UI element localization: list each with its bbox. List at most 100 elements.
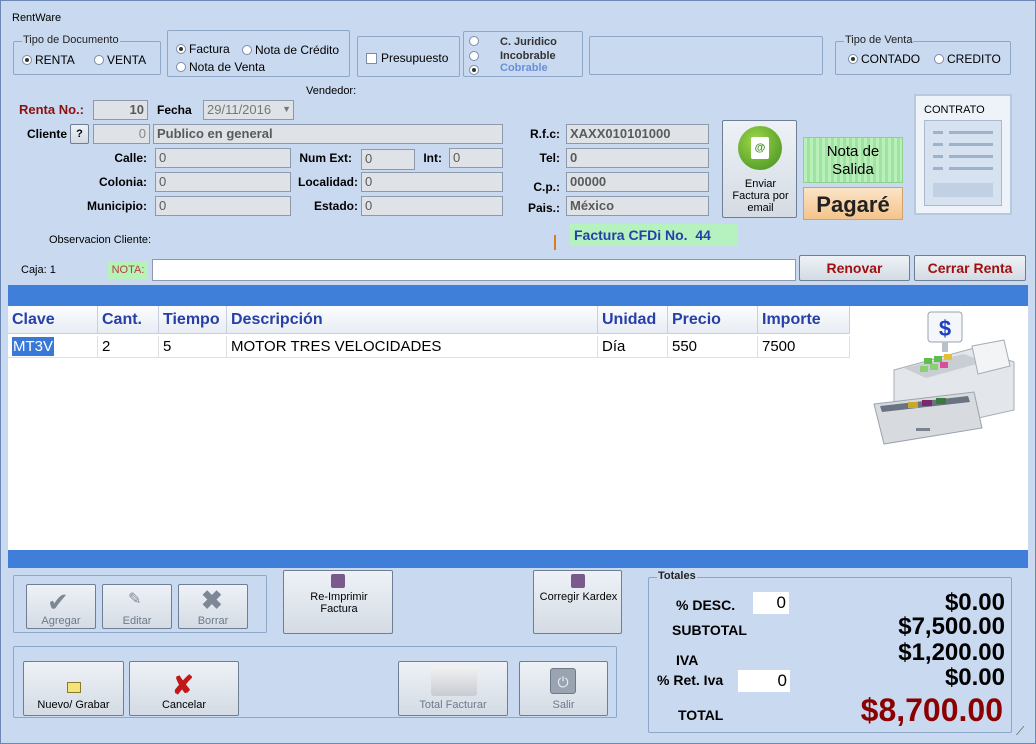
int-field[interactable]: 0: [449, 148, 503, 168]
fecha-value: 29/11/2016: [207, 102, 272, 117]
cell-unidad[interactable]: Día: [598, 336, 668, 358]
localidad-field[interactable]: 0: [361, 172, 503, 192]
radio-dot[interactable]: [848, 54, 858, 64]
nota-salida-button[interactable]: Nota de Salida: [803, 137, 903, 183]
tel-field[interactable]: 0: [566, 148, 709, 168]
agregar-button[interactable]: ✔ Agregar: [26, 584, 96, 629]
cliente-help-button[interactable]: ?: [70, 124, 89, 144]
radio-credito-label: CREDITO: [947, 52, 1001, 66]
cliente-name-field[interactable]: Publico en general: [153, 124, 503, 144]
radio-renta[interactable]: RENTA: [22, 53, 75, 67]
cliente-id-field[interactable]: 0: [93, 124, 150, 144]
radio-dot[interactable]: [94, 55, 104, 65]
cerrar-renta-button[interactable]: Cerrar Renta: [914, 255, 1026, 281]
checkmark-icon: ✔: [47, 587, 69, 617]
reimprimir-label: Re-Imprimir Factura: [310, 591, 368, 615]
radio-dot[interactable]: [934, 54, 944, 64]
col-header-unidad[interactable]: Unidad: [598, 306, 668, 334]
corregir-kardex-label: Corregir Kardex: [539, 591, 618, 603]
radio-nota-venta[interactable]: Nota de Venta: [176, 60, 265, 74]
col-header-tiempo[interactable]: Tiempo: [159, 306, 227, 334]
window-title: RentWare: [12, 12, 62, 24]
cell-importe[interactable]: 7500: [758, 336, 850, 358]
radio-dot[interactable]: [176, 44, 186, 54]
cell-clave[interactable]: MT3V: [12, 337, 55, 356]
radio-nota-credito[interactable]: Nota de Crédito: [242, 43, 339, 57]
radio-cobrable[interactable]: [469, 63, 482, 77]
cell-precio[interactable]: 550: [668, 336, 758, 358]
items-grid[interactable]: Clave Cant. Tiempo Descripción Unidad Pr…: [8, 306, 1028, 550]
nota-input[interactable]: [152, 259, 796, 281]
table-row[interactable]: MT3V: [8, 336, 98, 358]
contrato-button[interactable]: CONTRATO: [914, 94, 1012, 215]
radio-juridico[interactable]: [469, 34, 482, 48]
renta-no-field[interactable]: 10: [93, 100, 148, 120]
doc-block: [933, 183, 993, 197]
col-header-importe[interactable]: Importe: [758, 306, 850, 334]
tipo-documento-group: Tipo de Documento RENTA VENTA: [13, 34, 161, 75]
int-label: Int:: [423, 151, 442, 165]
col-header-descripcion[interactable]: Descripción: [227, 306, 598, 334]
corregir-kardex-button[interactable]: Corregir Kardex: [533, 570, 622, 634]
radio-venta[interactable]: VENTA: [94, 53, 146, 67]
doc-line-4: [949, 143, 993, 146]
localidad-label: Localidad:: [297, 175, 358, 189]
cp-label: C.p.:: [533, 180, 560, 194]
resize-grip-icon[interactable]: ⟋: [1016, 724, 1024, 739]
top-banner: [8, 285, 1028, 306]
radio-dot[interactable]: [242, 45, 252, 55]
enviar-email-button[interactable]: @ Enviar Factura por email: [722, 120, 797, 218]
col-header-precio[interactable]: Precio: [668, 306, 758, 334]
colonia-field[interactable]: 0: [155, 172, 291, 192]
cell-tiempo[interactable]: 5: [159, 336, 227, 358]
radio-dot[interactable]: [176, 62, 186, 72]
radio-factura[interactable]: Factura: [176, 42, 230, 56]
radio-dot[interactable]: [469, 51, 479, 61]
cp-field[interactable]: 00000: [566, 172, 709, 192]
kardex-printer-icon: [571, 574, 585, 588]
radio-incobrable[interactable]: [469, 49, 482, 63]
fecha-field[interactable]: 29/11/2016 ▼: [203, 100, 294, 120]
salir-button[interactable]: ⏻ Salir: [519, 661, 608, 716]
svg-text:$: $: [939, 316, 951, 341]
radio-dot[interactable]: [22, 55, 32, 65]
radio-incobrable-label: Incobrable: [500, 50, 556, 62]
reimprimir-button[interactable]: Re-Imprimir Factura: [283, 570, 393, 634]
rfc-field[interactable]: XAXX010101000: [566, 124, 709, 144]
editar-button[interactable]: ✎ Editar: [102, 584, 172, 629]
radio-dot[interactable]: [469, 36, 479, 46]
radio-credito[interactable]: CREDITO: [934, 52, 1001, 66]
borrar-button[interactable]: ✖ Borrar: [178, 584, 248, 629]
num-ext-label: Num Ext:: [299, 151, 352, 165]
iva-label: IVA: [676, 652, 699, 668]
radio-contado[interactable]: CONTADO: [848, 52, 920, 66]
pagare-button[interactable]: Pagaré: [803, 187, 903, 220]
municipio-field[interactable]: 0: [155, 196, 291, 216]
cancelar-button[interactable]: ✘ Cancelar: [129, 661, 239, 716]
col-header-clave[interactable]: Clave: [8, 306, 98, 334]
pais-field[interactable]: México: [566, 196, 709, 216]
presupuesto-checkbox[interactable]: Presupuesto: [366, 51, 448, 65]
cell-cant[interactable]: 2: [98, 336, 159, 358]
desc-input[interactable]: 0: [753, 592, 789, 614]
chevron-down-icon[interactable]: ▼: [282, 104, 291, 114]
ret-iva-input[interactable]: 0: [738, 670, 790, 692]
contrato-label: CONTRATO: [924, 104, 985, 116]
ret-iva-label: % Ret. Iva: [657, 672, 724, 688]
printer-icon: [331, 574, 345, 588]
nuevo-grabar-button[interactable]: Nuevo/ Grabar: [23, 661, 124, 716]
radio-dot[interactable]: [469, 65, 479, 75]
doc-line-7: [933, 167, 943, 170]
radio-nota-credito-label: Nota de Crédito: [255, 43, 340, 57]
total-facturar-button[interactable]: Total Facturar: [398, 661, 508, 716]
enviar-email-label: Enviar Factura por email: [732, 178, 789, 214]
bottom-banner: [8, 550, 1028, 568]
cell-descripcion[interactable]: MOTOR TRES VELOCIDADES: [227, 336, 598, 358]
calle-field[interactable]: 0: [155, 148, 291, 168]
col-header-cant[interactable]: Cant.: [98, 306, 159, 334]
contract-document-icon: [924, 120, 1002, 206]
renovar-button[interactable]: Renovar: [799, 255, 910, 281]
checkbox-box[interactable]: [366, 53, 377, 64]
num-ext-field[interactable]: 0: [361, 149, 415, 170]
estado-field[interactable]: 0: [361, 196, 503, 216]
